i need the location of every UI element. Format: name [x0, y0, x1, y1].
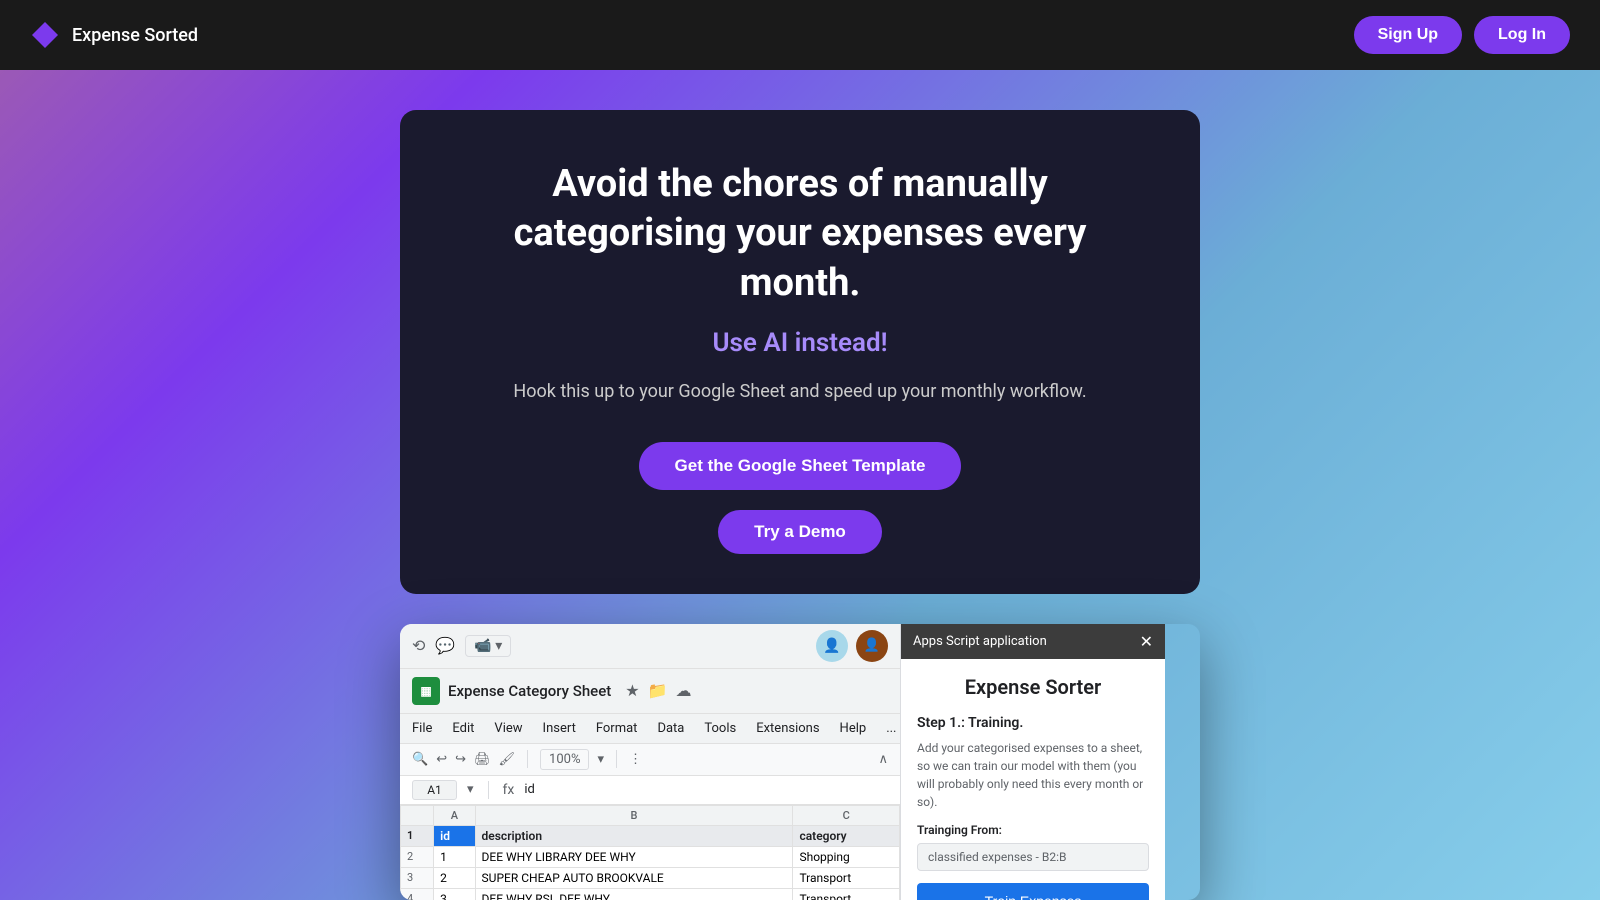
undo-icon[interactable]: ↩: [436, 752, 447, 767]
login-button[interactable]: Log In: [1474, 16, 1570, 54]
cell-category[interactable]: Transport: [793, 888, 900, 900]
try-demo-button[interactable]: Try a Demo: [718, 510, 882, 554]
col-header-a: A: [434, 805, 475, 825]
zoom-dropdown[interactable]: ▾: [597, 752, 604, 767]
menu-format[interactable]: Format: [596, 718, 638, 739]
step1-description: Add your categorised expenses to a sheet…: [917, 739, 1149, 811]
sheets-icon: ▦: [412, 677, 440, 705]
hero-subtitle: Use AI instead!: [460, 328, 1140, 358]
training-from-value[interactable]: classified expenses - B2:B: [917, 843, 1149, 871]
header: Expense Sorted Sign Up Log In: [0, 0, 1600, 70]
row-num: 3: [401, 867, 434, 888]
cell-id[interactable]: 3: [434, 888, 475, 900]
menu-edit[interactable]: Edit: [452, 718, 474, 739]
paint-icon[interactable]: 🖌: [499, 752, 516, 767]
spreadsheet-table: A B C 1 id description category 2 1 DEE …: [400, 805, 900, 900]
cloud-icon: ☁: [676, 681, 692, 700]
separator2: [616, 750, 617, 768]
logo-icon: [30, 20, 60, 50]
cell-c1[interactable]: category: [793, 825, 900, 846]
history-icon: ⟲: [412, 636, 425, 655]
cell-a1[interactable]: id: [434, 825, 475, 846]
signup-button[interactable]: Sign Up: [1354, 16, 1462, 54]
sheet-title: Expense Category Sheet: [448, 682, 611, 700]
menu-data[interactable]: Data: [657, 718, 684, 739]
hero-description: Hook this up to your Google Sheet and sp…: [460, 378, 1140, 407]
col-header-c: C: [793, 805, 900, 825]
redo-icon[interactable]: ↪: [455, 752, 466, 767]
close-button[interactable]: ✕: [1140, 632, 1153, 651]
table-row: 1 id description category: [401, 825, 900, 846]
menu-file[interactable]: File: [412, 718, 432, 739]
app-title: Expense Sorted: [72, 25, 198, 46]
star-icon: ★: [625, 681, 639, 700]
train-expenses-button[interactable]: Train Expenses: [917, 883, 1149, 900]
zoom-level[interactable]: 100%: [540, 749, 589, 770]
cell-description[interactable]: DEE WHY LIBRARY DEE WHY: [475, 846, 793, 867]
training-from-label: Trainging From:: [917, 823, 1149, 837]
sheet-titlebar: ▦ Expense Category Sheet ★ 📁 ☁: [400, 669, 900, 714]
formula-sep: [488, 781, 489, 799]
print-icon[interactable]: 🖨: [474, 752, 491, 767]
cell-reference[interactable]: A1: [412, 780, 457, 800]
cell-id[interactable]: 2: [434, 867, 475, 888]
cell-category[interactable]: Transport: [793, 867, 900, 888]
spreadsheet-panel: ⟲ 💬 📹 ▾ 👤 👤 ▦ Expense Category Sheet ★: [400, 624, 900, 900]
table-row: 3 2 SUPER CHEAP AUTO BROOKVALE Transport: [401, 867, 900, 888]
menu-tools[interactable]: Tools: [704, 718, 736, 739]
formula-bar: A1 ▾ fx id: [400, 776, 900, 805]
hero-title: Avoid the chores of manually categorisin…: [460, 160, 1140, 308]
more-tools-icon[interactable]: ⋮: [629, 752, 642, 767]
collapse-icon[interactable]: ∧: [878, 752, 888, 767]
separator: [527, 750, 528, 768]
expense-sorter-title: Expense Sorter: [917, 675, 1149, 699]
hero-card: Avoid the chores of manually categorisin…: [400, 110, 1200, 594]
menu-help[interactable]: Help: [840, 718, 867, 739]
table-row: 2 1 DEE WHY LIBRARY DEE WHY Shopping: [401, 846, 900, 867]
step1-label: Step 1.: Training.: [917, 715, 1149, 731]
avatar: 👤: [856, 630, 888, 662]
zoom-icon: 🔍: [412, 752, 428, 767]
cell-description[interactable]: DEE WHY RSL DEE WHY: [475, 888, 793, 900]
corner-cell: [401, 805, 434, 825]
video-icon: 📹 ▾: [465, 635, 511, 657]
row-num: 2: [401, 846, 434, 867]
formula-content[interactable]: id: [524, 782, 888, 797]
expand-icon: ▾: [467, 782, 474, 797]
folder-icon: 📁: [648, 681, 668, 700]
apps-script-sidebar: Apps Script application ✕ Expense Sorter…: [900, 624, 1165, 900]
app-screenshot: ⟲ 💬 📹 ▾ 👤 👤 ▦ Expense Category Sheet ★: [400, 624, 1200, 900]
logo: Expense Sorted: [30, 20, 198, 50]
row-num: 1: [401, 825, 434, 846]
menu-extensions[interactable]: Extensions: [756, 718, 819, 739]
menu-more[interactable]: ...: [886, 718, 896, 739]
sheet-menu: File Edit View Insert Format Data Tools …: [400, 714, 900, 744]
cell-id[interactable]: 1: [434, 846, 475, 867]
col-header-b: B: [475, 805, 793, 825]
table-row: 4 3 DEE WHY RSL DEE WHY Transport: [401, 888, 900, 900]
cell-category[interactable]: Shopping: [793, 846, 900, 867]
row-num: 4: [401, 888, 434, 900]
sidebar-body: Expense Sorter Step 1.: Training. Add yo…: [901, 659, 1165, 900]
get-sheet-template-button[interactable]: Get the Google Sheet Template: [639, 442, 962, 490]
menu-view[interactable]: View: [494, 718, 522, 739]
sheet-toolbar: 🔍 ↩ ↪ 🖨 🖌 100% ▾ ⋮ ∧: [400, 744, 900, 776]
cell-b1[interactable]: description: [475, 825, 793, 846]
user-icon: 👤: [816, 630, 848, 662]
comment-icon: 💬: [435, 636, 455, 655]
sidebar-header: Apps Script application ✕: [901, 624, 1165, 659]
fx-label: fx: [503, 782, 515, 798]
header-actions: Sign Up Log In: [1354, 16, 1570, 54]
menu-insert[interactable]: Insert: [543, 718, 576, 739]
sidebar-app-title: Apps Script application: [913, 634, 1047, 649]
cell-description[interactable]: SUPER CHEAP AUTO BROOKVALE: [475, 867, 793, 888]
main-content: Avoid the chores of manually categorisin…: [0, 70, 1600, 900]
